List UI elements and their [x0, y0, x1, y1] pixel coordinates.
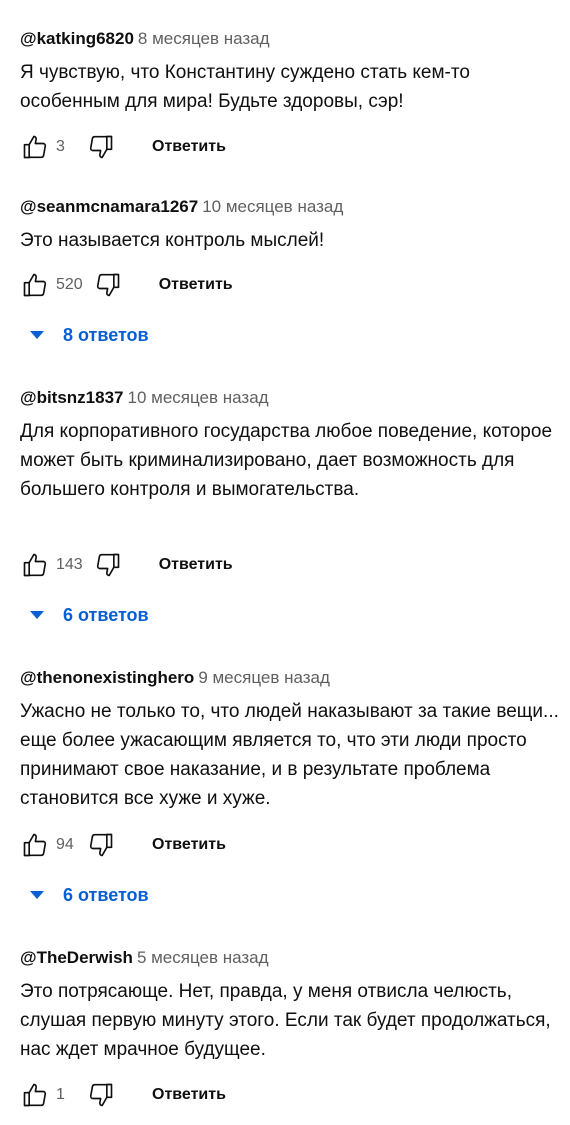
thumbs-down-icon: [89, 135, 113, 159]
replies-count: 6 ответов: [63, 884, 149, 905]
dislike-button[interactable]: [86, 830, 116, 860]
like-button[interactable]: [20, 132, 50, 162]
comment-actions: 143 Ответить: [20, 549, 233, 581]
comment-text: Это называется контроль мыслей!: [20, 230, 325, 251]
comment: @thenonexistinghero 9 месяцев назад Ужасн…: [20, 667, 560, 857]
replies-toggle[interactable]: 8 ответов: [30, 320, 149, 350]
comment: @bitsnz1837 10 месяцев назад Для корпорат…: [20, 387, 560, 577]
dislike-button[interactable]: [86, 132, 116, 162]
comment-actions: 94 Ответить: [20, 829, 226, 861]
reply-button[interactable]: Ответить: [159, 556, 233, 574]
comment-time[interactable]: 5 месяцев назад: [137, 948, 269, 967]
reply-button[interactable]: Ответить: [152, 1086, 226, 1104]
comment-author[interactable]: @TheDerwish: [20, 948, 133, 967]
comment-actions: 3 Ответить: [20, 131, 226, 163]
reply-button[interactable]: Ответить: [152, 836, 226, 854]
dislike-button[interactable]: [93, 550, 123, 580]
reply-button[interactable]: Ответить: [159, 276, 233, 294]
comment-time[interactable]: 8 месяцев назад: [138, 29, 270, 48]
replies-count: 6 ответов: [63, 604, 149, 625]
like-button[interactable]: [20, 550, 50, 580]
thumbs-down-icon: [89, 833, 113, 857]
dislike-button[interactable]: [93, 270, 123, 300]
caret-down-icon: [30, 891, 44, 899]
comment-actions: 1 Ответить: [20, 1079, 226, 1111]
thumbs-down-icon: [89, 1083, 113, 1107]
thumbs-up-icon: [23, 553, 47, 577]
dislike-button[interactable]: [86, 1080, 116, 1110]
like-count: 3: [56, 138, 65, 155]
comment: @katking6820 8 месяцев назад Я чувствую, …: [20, 28, 560, 159]
comment-author[interactable]: @bitsnz1837: [20, 388, 124, 407]
comment-meta: @TheDerwish 5 месяцев назад: [20, 947, 560, 969]
comment: @seanmcnamara1267 10 месяцев назад Это на…: [20, 196, 560, 297]
comment-author[interactable]: @katking6820: [20, 29, 134, 48]
comment-text: Для корпоративного государства любое пов…: [20, 421, 553, 500]
like-count: 520: [56, 276, 83, 293]
comment-text: Я чувствую, что Константину суждено стат…: [20, 62, 470, 112]
like-button[interactable]: [20, 1080, 50, 1110]
replies-toggle[interactable]: 6 ответов: [30, 600, 149, 630]
reply-button[interactable]: Ответить: [152, 138, 226, 156]
comment-meta: @bitsnz1837 10 месяцев назад: [20, 387, 560, 409]
thumbs-down-icon: [96, 553, 120, 577]
thumbs-up-icon: [23, 273, 47, 297]
thumbs-down-icon: [96, 273, 120, 297]
comment-time[interactable]: 10 месяцев назад: [202, 197, 343, 216]
comment-time[interactable]: 9 месяцев назад: [198, 668, 330, 687]
thumbs-up-icon: [23, 833, 47, 857]
comment-meta: @thenonexistinghero 9 месяцев назад: [20, 667, 560, 689]
like-count: 94: [56, 836, 74, 853]
like-count: 1: [56, 1086, 65, 1103]
thumbs-up-icon: [23, 135, 47, 159]
thumbs-up-icon: [23, 1083, 47, 1107]
like-button[interactable]: [20, 830, 50, 860]
replies-count: 8 ответов: [63, 324, 149, 345]
caret-down-icon: [30, 611, 44, 619]
comment-actions: 520 Ответить: [20, 269, 233, 301]
comment-author[interactable]: @seanmcnamara1267: [20, 197, 198, 216]
comment-text: Ужасно не только то, что людей наказываю…: [20, 701, 559, 809]
comment-meta: @seanmcnamara1267 10 месяцев назад: [20, 196, 560, 218]
comment-text: Это потрясающе. Нет, правда, у меня отви…: [20, 981, 551, 1060]
like-count: 143: [56, 556, 83, 573]
caret-down-icon: [30, 331, 44, 339]
comment: @TheDerwish 5 месяцев назад Это потрясающ…: [20, 947, 560, 1107]
comment-meta: @katking6820 8 месяцев назад: [20, 28, 560, 50]
comment-author[interactable]: @thenonexistinghero: [20, 668, 194, 687]
replies-toggle[interactable]: 6 ответов: [30, 880, 149, 910]
like-button[interactable]: [20, 270, 50, 300]
comment-time[interactable]: 10 месяцев назад: [128, 388, 269, 407]
